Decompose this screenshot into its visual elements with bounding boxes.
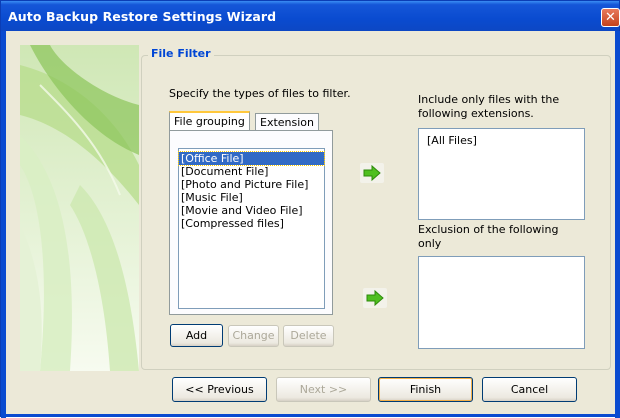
file-group-list[interactable]: [Office File] [Document File] [Photo and… — [178, 148, 325, 309]
list-item[interactable]: [All Files] — [425, 134, 584, 147]
list-item[interactable]: [Document File] — [179, 165, 324, 178]
next-button[interactable]: Next >> — [276, 377, 371, 402]
exclude-arrow-icon[interactable] — [363, 288, 387, 308]
list-item[interactable]: [Music File] — [179, 191, 324, 204]
file-filter-legend: File Filter — [148, 47, 214, 60]
exclude-extensions-list[interactable] — [418, 256, 585, 349]
include-label-line1: Include only files with the — [418, 93, 560, 106]
tab-label: File grouping — [174, 115, 245, 128]
window-title: Auto Backup Restore Settings Wizard — [8, 9, 277, 24]
add-button[interactable]: Add — [170, 324, 223, 347]
list-item[interactable]: [Photo and Picture File] — [179, 178, 324, 191]
include-label-line2: following extensions. — [418, 107, 534, 120]
close-icon: ✕ — [605, 10, 616, 25]
change-button[interactable]: Change — [228, 325, 279, 347]
window-border-left — [1, 31, 6, 418]
tab-label: Extension — [260, 116, 315, 129]
previous-button[interactable]: << Previous — [172, 377, 267, 402]
tab-extension[interactable]: Extension — [255, 113, 320, 131]
close-button[interactable]: ✕ — [601, 8, 620, 27]
list-item[interactable]: [Movie and Video File] — [179, 204, 324, 217]
include-arrow-icon[interactable] — [360, 163, 384, 183]
cancel-button[interactable]: Cancel — [482, 377, 577, 402]
leaf-artwork-icon — [20, 45, 139, 371]
decorative-leaf-image — [20, 45, 139, 371]
exclude-label-line1: Exclusion of the following — [418, 223, 559, 236]
include-extensions-list[interactable]: [All Files] — [418, 128, 585, 220]
wizard-window: Auto Backup Restore Settings Wizard ✕ Fi… — [0, 0, 620, 418]
delete-button[interactable]: Delete — [283, 325, 334, 347]
finish-button[interactable]: Finish — [378, 377, 473, 402]
list-item[interactable]: [Office File] — [178, 151, 325, 166]
list-item[interactable]: [Compressed files] — [179, 217, 324, 230]
specify-label: Specify the types of files to filter. — [169, 87, 351, 100]
tab-file-grouping[interactable]: File grouping — [169, 111, 250, 131]
window-border-right — [615, 31, 620, 418]
exclude-label-line2: only — [418, 237, 442, 250]
title-bar[interactable]: Auto Backup Restore Settings Wizard ✕ — [1, 1, 620, 31]
